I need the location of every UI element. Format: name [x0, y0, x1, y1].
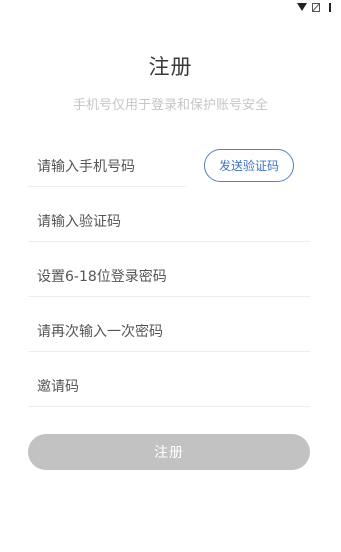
send-code-button[interactable]: 发送验证码 — [204, 149, 294, 182]
verification-code-field — [28, 203, 310, 242]
no-sim-icon — [311, 2, 321, 12]
wifi-icon — [297, 2, 307, 12]
phone-field — [28, 148, 186, 187]
invite-code-field — [28, 368, 310, 407]
confirm-password-input[interactable] — [28, 324, 310, 340]
phone-input[interactable] — [28, 159, 186, 175]
page-subtitle: 手机号仅用于登录和保护账号安全 — [72, 98, 268, 113]
verification-code-input[interactable] — [28, 214, 310, 230]
password-field — [28, 258, 310, 297]
password-input[interactable] — [28, 269, 310, 285]
confirm-password-field — [28, 313, 310, 352]
page-title: 注册 — [148, 55, 193, 79]
invite-code-input[interactable] — [28, 379, 310, 395]
battery-icon — [325, 2, 335, 12]
register-button[interactable]: 注册 — [28, 434, 310, 470]
status-bar — [297, 0, 335, 14]
